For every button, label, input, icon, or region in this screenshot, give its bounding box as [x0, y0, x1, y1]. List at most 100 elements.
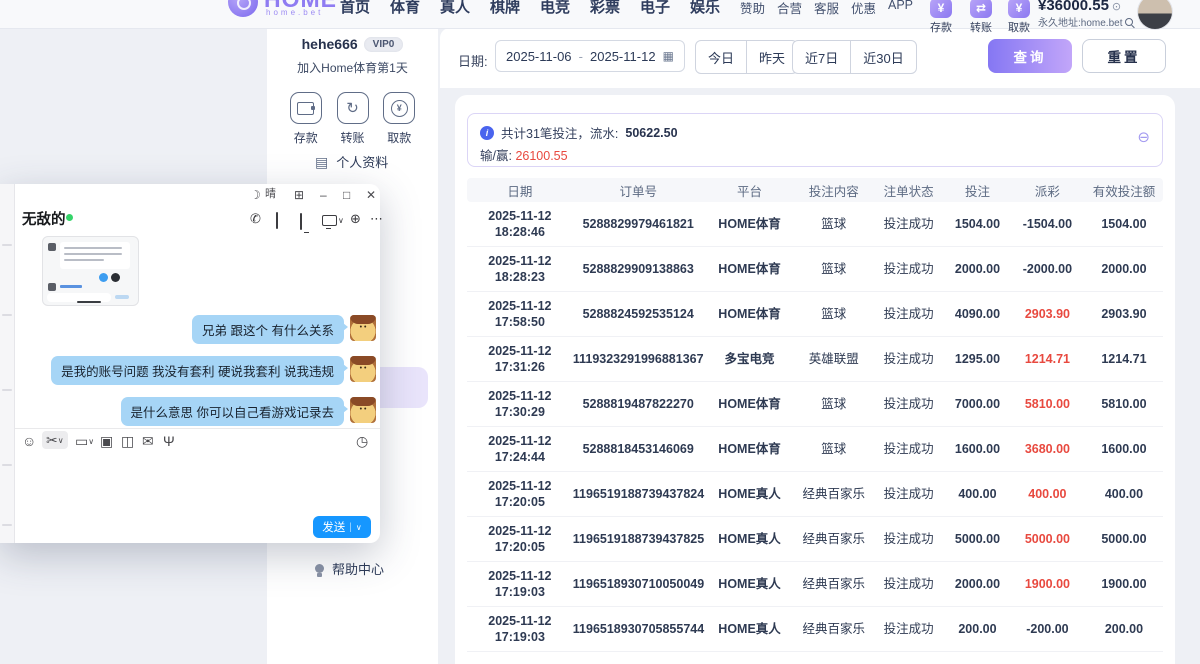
calendar-icon[interactable]: ▦	[663, 49, 674, 63]
top-navbar: HOME home.bet 首页 体育 真人 棋牌 电竞 彩票 电子 娱乐 赞助…	[0, 0, 1200, 29]
date-label: 日期:	[458, 51, 488, 70]
sidebar-item-profile[interactable]: ▤ 个人资料	[315, 152, 388, 171]
cell-payout: -1504.00	[1010, 216, 1085, 232]
mail-icon[interactable]: ✉	[142, 434, 154, 448]
table-row[interactable]: 2025-11-1217:31:26 1119323291996881367 多…	[467, 337, 1163, 382]
table-row[interactable]: 2025-11-1217:20:05 1196519188739437824 H…	[467, 472, 1163, 517]
date-range-input[interactable]: 2025-11-06 - 2025-11-12 ▦	[495, 40, 685, 72]
cell-bet-amount: 400.00	[945, 486, 1010, 502]
chat-input-toolbar: ☺ ✂∨ ▭∨ ▣ ◫ ✉ Ψ ◷	[15, 428, 380, 453]
nav-item-cards[interactable]: 棋牌	[490, 0, 520, 17]
nav-item-app[interactable]: APP	[888, 0, 913, 12]
cell-bet-content: 篮球	[795, 441, 872, 457]
screenshot-scissors-icon[interactable]: ✂∨	[42, 431, 68, 449]
cell-status: 投注成功	[872, 441, 945, 457]
nav-item-home[interactable]: 首页	[340, 0, 370, 17]
date-end[interactable]: 2025-11-12	[590, 49, 656, 64]
bet-records-card: i 共计31笔投注，流水: 50622.50 输/赢: 26100.55 ⊖ 日…	[455, 95, 1175, 664]
search-button[interactable]: 查询	[988, 39, 1072, 73]
sender-avatar[interactable]	[350, 356, 376, 382]
sidebar-item-help[interactable]: 帮助中心	[315, 559, 384, 578]
transfer-button[interactable]: ⇄ 转账	[964, 0, 998, 35]
table-row[interactable]: 2025-11-1217:19:03 1196518930710050049 H…	[467, 562, 1163, 607]
refresh-balance-icon[interactable]: ⊙	[1112, 1, 1121, 13]
cell-platform: HOME体育	[704, 216, 796, 232]
message-bubble: 是什么意思 你可以自己看游戏记录去	[121, 397, 344, 426]
chat-bubble-icon[interactable]	[276, 214, 278, 227]
cell-valid-amount: 1214.71	[1085, 351, 1163, 367]
quick-range-yesterday[interactable]: 昨天	[746, 41, 797, 73]
minimize-icon[interactable]: –	[320, 189, 327, 201]
pin-window-icon[interactable]: ⊞	[294, 189, 304, 201]
quick-range-7days[interactable]: 近7日	[793, 41, 850, 73]
nav-item-slots[interactable]: 电子	[640, 0, 670, 17]
cell-status: 投注成功	[872, 216, 945, 232]
table-row[interactable]: 2025-11-1217:30:29 5288819487822270 HOME…	[467, 382, 1163, 427]
user-avatar[interactable]	[1138, 0, 1172, 29]
cell-platform: HOME真人	[704, 621, 796, 637]
nav-item-lottery[interactable]: 彩票	[590, 0, 620, 17]
cell-order-number: 1196518930710050049	[573, 576, 704, 592]
winloss-value: 26100.55	[515, 149, 567, 163]
cell-payout: 1900.00	[1010, 576, 1085, 592]
cell-bet-amount: 2000.00	[945, 576, 1010, 592]
table-row[interactable]: 2025-11-1217:19:03 1196518930705855744 H…	[467, 607, 1163, 652]
sender-avatar[interactable]	[350, 315, 376, 341]
remote-desktop-icon[interactable]: ∨	[322, 215, 344, 228]
cell-date: 2025-11-1217:58:50	[467, 298, 573, 331]
nav-item-sports[interactable]: 体育	[390, 0, 420, 17]
chat-list-edge[interactable]	[0, 184, 15, 543]
cell-bet-amount: 1504.00	[945, 216, 1010, 232]
nav-item-partner[interactable]: 合营	[777, 0, 802, 17]
sender-avatar[interactable]	[350, 397, 376, 423]
file-folder-icon[interactable]: ▭∨	[75, 434, 94, 448]
nav-item-entertainment[interactable]: 娱乐	[690, 0, 720, 17]
close-icon[interactable]: ✕	[366, 189, 376, 201]
search-icon[interactable]	[1125, 18, 1133, 26]
table-row[interactable]: 2025-11-1217:58:50 5288824592535124 HOME…	[467, 292, 1163, 337]
cell-date: 2025-11-1217:19:03	[467, 568, 573, 601]
nav-item-service[interactable]: 客服	[814, 0, 839, 17]
table-row[interactable]: 2025-11-1217:20:05 1196519188739437825 H…	[467, 517, 1163, 562]
screen-share-icon[interactable]	[300, 215, 302, 228]
chat-message: 是我的账号问题 我没有套利 硬说我套利 说我违规	[15, 356, 376, 385]
sidebar-withdraw-button[interactable]: ¥ 取款	[377, 92, 421, 146]
cell-status: 投注成功	[872, 396, 945, 412]
send-options-caret-icon[interactable]: ∨	[356, 523, 362, 532]
withdraw-button[interactable]: ¥ 取款	[1002, 0, 1036, 35]
send-button[interactable]: 发送|∨	[313, 516, 371, 538]
add-plus-icon[interactable]: ⊕	[350, 212, 361, 225]
cell-order-number: 5288824592535124	[573, 306, 704, 322]
quick-range-30days[interactable]: 近30日	[850, 41, 915, 73]
nav-item-sponsor[interactable]: 赞助	[740, 0, 765, 17]
more-options-icon[interactable]: ⋯	[370, 212, 383, 225]
date-start[interactable]: 2025-11-06	[506, 49, 572, 64]
emoji-icon[interactable]: ☺	[22, 434, 36, 448]
shake-icon[interactable]: ◫	[121, 434, 134, 448]
chat-screenshot-image[interactable]	[42, 236, 139, 306]
image-icon[interactable]: ▣	[100, 434, 113, 448]
table-row[interactable]: 2025-11-1217:24:44 5288818453146069 HOME…	[467, 427, 1163, 472]
maximize-icon[interactable]: □	[343, 189, 350, 201]
balance-amount[interactable]: ¥36000.55⊙	[1038, 0, 1121, 14]
chat-history-icon[interactable]: ◷	[356, 434, 368, 448]
cell-bet-content: 篮球	[795, 306, 872, 322]
reset-button[interactable]: 重置	[1082, 39, 1166, 73]
logo-ball-icon[interactable]	[228, 0, 258, 17]
sidebar-transfer-button[interactable]: ↻ 转账	[331, 92, 375, 146]
voice-call-icon[interactable]: ✆	[250, 212, 261, 225]
table-row[interactable]: 2025-11-1218:28:23 5288829909138863 HOME…	[467, 247, 1163, 292]
chat-input-field[interactable]	[15, 452, 380, 512]
cell-valid-amount: 1900.00	[1085, 576, 1163, 592]
cell-order-number: 5288829979461821	[573, 216, 704, 232]
nav-item-promo[interactable]: 优惠	[851, 0, 876, 17]
nav-item-live[interactable]: 真人	[440, 0, 470, 17]
quick-range-today[interactable]: 今日	[696, 41, 746, 73]
collapse-icon[interactable]: ⊖	[1137, 130, 1150, 145]
mic-icon[interactable]: Ψ	[163, 434, 175, 448]
cell-payout: 1214.71	[1010, 351, 1085, 367]
table-row[interactable]: 2025-11-1218:28:46 5288829979461821 HOME…	[467, 202, 1163, 247]
nav-item-esports[interactable]: 电竞	[540, 0, 570, 17]
sidebar-deposit-button[interactable]: 存款	[284, 92, 328, 146]
deposit-button[interactable]: ¥ 存款	[924, 0, 958, 35]
